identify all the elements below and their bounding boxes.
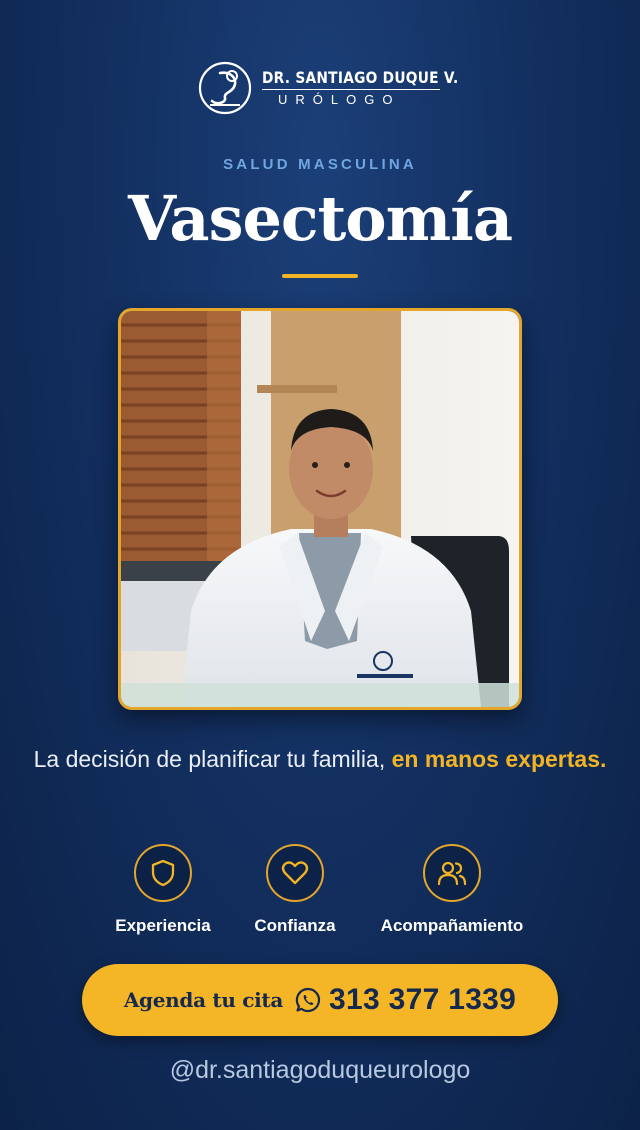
feature-confianza: Confianza [210,844,380,936]
cta-label: Agenda tu cita [123,988,284,1012]
shield-icon [134,844,192,902]
whatsapp-icon [295,987,321,1013]
brand-logo: DR. SANTIAGO DUQUE V. URÓLOGO [198,61,490,115]
features-row: Experiencia Confianza Acompañamiento [0,844,640,944]
social-handle[interactable]: @dr.santiagoduqueurologo [0,1056,640,1085]
brand-divider [262,89,440,90]
feature-acompanamiento: Acompañamiento [367,844,537,936]
doctor-photo-frame [118,308,522,710]
brand-specialty: URÓLOGO [278,92,401,107]
cta-phone-number: 313 377 1339 [329,983,517,1016]
urology-logo-icon [198,61,252,115]
feature-label: Acompañamiento [380,916,524,935]
tagline-text: La decisión de planificar tu familia, [33,746,392,772]
doctor-portrait-image [121,311,519,707]
tagline-highlight: en manos expertas. [391,746,607,772]
title-underline [282,274,358,278]
heart-icon [266,844,324,902]
hero-kicker: SALUD MASCULINA [223,156,417,173]
tagline: La decisión de planificar tu familia, en… [0,740,640,778]
page-title: Vasectomía [127,182,513,255]
users-icon [423,844,481,902]
feature-label: Confianza [254,916,336,935]
schedule-appointment-button[interactable]: Agenda tu cita 313 377 1339 [82,964,558,1036]
brand-name: DR. SANTIAGO DUQUE V. [262,68,459,87]
